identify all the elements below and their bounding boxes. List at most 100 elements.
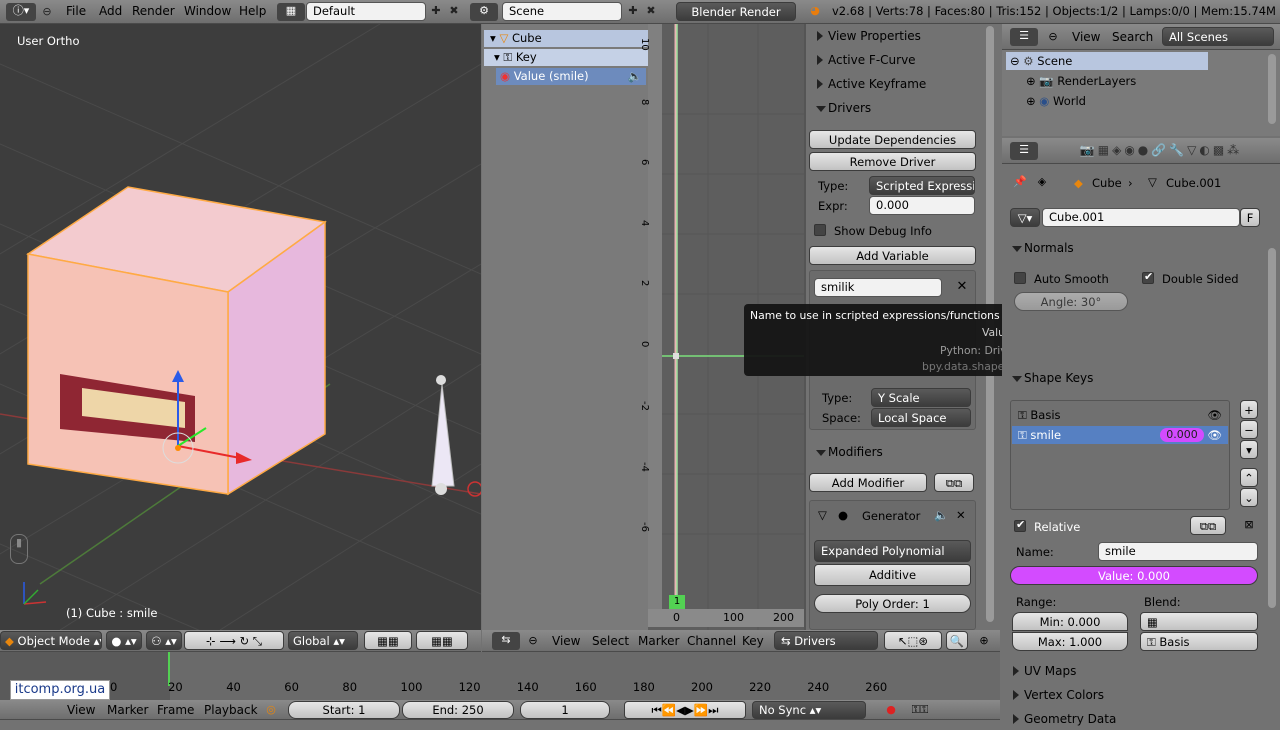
info-editor-icon[interactable]: ⓘ▾ (6, 3, 36, 21)
blend-basis-field[interactable]: ⚿ Basis (1140, 632, 1258, 651)
screen-layout-icon[interactable]: ▦ (277, 3, 305, 21)
var-space-select[interactable]: Local Space (871, 408, 971, 427)
shape-name-field[interactable]: smile (1098, 542, 1258, 561)
menu-help[interactable]: Help (239, 4, 266, 18)
var-type-select[interactable]: Y Scale (871, 388, 971, 407)
menu-render[interactable]: Render (132, 4, 175, 18)
update-dependencies-button[interactable]: Update Dependencies (809, 130, 976, 149)
remove-variable-icon[interactable]: ✕ (954, 279, 970, 295)
graph-menu-key[interactable]: Key (742, 634, 764, 648)
value-slider[interactable]: Value: 0.000 (1010, 566, 1258, 585)
outliner-menu-search[interactable]: Search (1112, 30, 1153, 44)
object-mode-select[interactable]: ◆ Object Mode ▴▾ (0, 631, 102, 650)
blend-group-field[interactable]: ▦ (1140, 612, 1258, 631)
clear-shape-weights-icon[interactable]: ⊠ (1240, 517, 1258, 533)
add-variable-button[interactable]: Add Variable (809, 246, 976, 265)
timeline-menu-view[interactable]: View (67, 703, 95, 717)
outliner-scrollbar[interactable] (1268, 54, 1276, 124)
delete-layout-icon[interactable]: ✖ (446, 3, 462, 19)
sync-mode-select[interactable]: No Sync ▴▾ (752, 701, 866, 719)
graph-search-icon[interactable]: 🔍 (946, 631, 968, 650)
start-frame-field[interactable]: Start: 1 (288, 701, 400, 719)
scene-field[interactable]: Scene (502, 2, 622, 21)
outliner-world-row[interactable]: ⊕ ◉ World (1026, 92, 1206, 110)
min-field[interactable]: Min: 0.000 (1012, 612, 1128, 631)
menu-window[interactable]: Window (184, 4, 231, 18)
outliner-menu-view[interactable]: View (1072, 30, 1100, 44)
generator-expand-icon[interactable]: ▽ (818, 508, 827, 522)
graph-mode-select[interactable]: ⇆ Drivers (774, 631, 878, 650)
context-icon[interactable]: ◈ (1032, 174, 1052, 190)
smile-eye-icon[interactable]: 👁 (1207, 426, 1222, 444)
menu-add[interactable]: Add (99, 4, 122, 18)
current-frame-field[interactable]: 1 (520, 701, 610, 719)
driver-type-select[interactable]: Scripted Expressi (869, 176, 975, 195)
panel-shape-keys[interactable]: Shape Keys (1006, 367, 1256, 389)
double-sided-checkbox[interactable] (1142, 270, 1154, 284)
timeline[interactable]: 0 20 40 60 80 100 120 140 160 180 200 220 240 260 (0, 652, 1000, 700)
menu-file[interactable]: File (66, 4, 86, 18)
remove-driver-button[interactable]: Remove Driver (809, 152, 976, 171)
additive-toggle[interactable]: Additive (814, 564, 971, 586)
show-debug-checkbox[interactable] (814, 224, 826, 236)
add-layout-icon[interactable]: ✚ (428, 3, 444, 19)
graph-menu-channel[interactable]: Channel (687, 634, 736, 648)
graph-add-icon[interactable]: ⊕ (976, 633, 992, 649)
outliner-filter-select[interactable]: All Scenes (1162, 27, 1274, 46)
graph-menu-select[interactable]: Select (592, 634, 629, 648)
move-shape-key-up-button[interactable]: ⌃ (1240, 468, 1258, 487)
graph-filter-icons[interactable]: ↖⬚⊛ (884, 631, 942, 650)
channel-value[interactable]: ◉ Value (smile) 🔈 (496, 68, 646, 85)
shape-key-smile-value[interactable]: 0.000 (1160, 428, 1204, 442)
poly-order-field[interactable]: Poly Order: 1 (814, 594, 971, 613)
outliner-renderlayers-row[interactable]: ⊕ 📷 RenderLayers (1026, 72, 1206, 90)
delete-scene-icon[interactable]: ✖ (643, 3, 659, 19)
shape-key-smile-row[interactable]: ⚿ smile 0.000 👁 (1012, 426, 1228, 444)
basis-eye-icon[interactable]: 👁 (1207, 406, 1222, 424)
add-scene-icon[interactable]: ✚ (625, 3, 641, 19)
mesh-name-field[interactable]: Cube.001 (1042, 208, 1240, 227)
layer-buttons-2[interactable]: ▦▦ (416, 631, 468, 650)
panel-drivers[interactable]: Drivers (810, 97, 980, 119)
visibility-eye-icon[interactable]: ◉ (500, 69, 510, 83)
fake-user-button[interactable]: F (1240, 208, 1260, 227)
properties-editor-icon[interactable]: ☰ (1010, 142, 1038, 160)
shape-key-specials-button[interactable]: ▾ (1240, 440, 1258, 459)
auto-smooth-checkbox[interactable] (1014, 272, 1026, 284)
poly-mode-select[interactable]: Expanded Polynomial (814, 540, 971, 562)
render-engine-select[interactable]: Blender Render (676, 2, 796, 21)
timeline-menu-playback[interactable]: Playback (204, 703, 258, 717)
generator-delete-icon[interactable]: ✕ (956, 508, 966, 522)
collapse-menu-icon[interactable]: ⊖ (40, 4, 54, 20)
add-shape-key-button[interactable]: + (1240, 400, 1258, 419)
graph-menu-marker[interactable]: Marker (638, 634, 679, 648)
variable-name-field[interactable]: smilik (814, 278, 942, 297)
shape-key-basis-row[interactable]: ⚿ Basis 👁 (1012, 406, 1228, 424)
add-modifier-button[interactable]: Add Modifier (809, 473, 927, 492)
breadcrumb-mesh[interactable]: Cube.001 (1166, 176, 1221, 190)
end-frame-field[interactable]: End: 250 (402, 701, 514, 719)
breadcrumb-object[interactable]: Cube (1092, 176, 1122, 190)
record-icon[interactable]: ● (882, 702, 900, 718)
remove-shape-key-button[interactable]: − (1240, 420, 1258, 439)
relative-checkbox[interactable] (1014, 518, 1026, 532)
channel-key[interactable]: ▾ ⚿ Key (484, 49, 648, 66)
pin-shape-key-button[interactable]: ⧉⧉ (1190, 516, 1226, 535)
max-field[interactable]: Max: 1.000 (1012, 632, 1128, 651)
keying-set-icon[interactable]: ⚿⚿ (906, 702, 934, 718)
angle-field[interactable]: Angle: 30° (1014, 292, 1128, 311)
outliner-editor-icon[interactable]: ☰ (1010, 28, 1038, 46)
pin-icon[interactable]: 📌 (1012, 174, 1028, 190)
playback-controls[interactable]: ⏮⏪◀▶⏩⏭ (624, 701, 746, 719)
generator-mute-icon[interactable]: 🔈 (934, 508, 948, 522)
orientation-select[interactable]: Global ▴▾ (288, 631, 358, 650)
graph-collapse-icon[interactable]: ⊖ (526, 633, 540, 649)
panel-uv-maps[interactable]: UV Maps (1006, 660, 1256, 682)
channel-cube[interactable]: ▾ ▽ Cube (484, 30, 648, 47)
pivot-select[interactable]: ⚇ ▴▾ (146, 631, 182, 650)
mesh-browse-icon[interactable]: ▽▾ (1010, 208, 1040, 227)
scene-icon[interactable]: ⚙ (470, 3, 498, 21)
panel-active-fcurve[interactable]: Active F-Curve (810, 49, 980, 71)
panel-modifiers[interactable]: Modifiers (810, 441, 980, 463)
outliner-collapse-icon[interactable]: ⊖ (1046, 29, 1060, 45)
